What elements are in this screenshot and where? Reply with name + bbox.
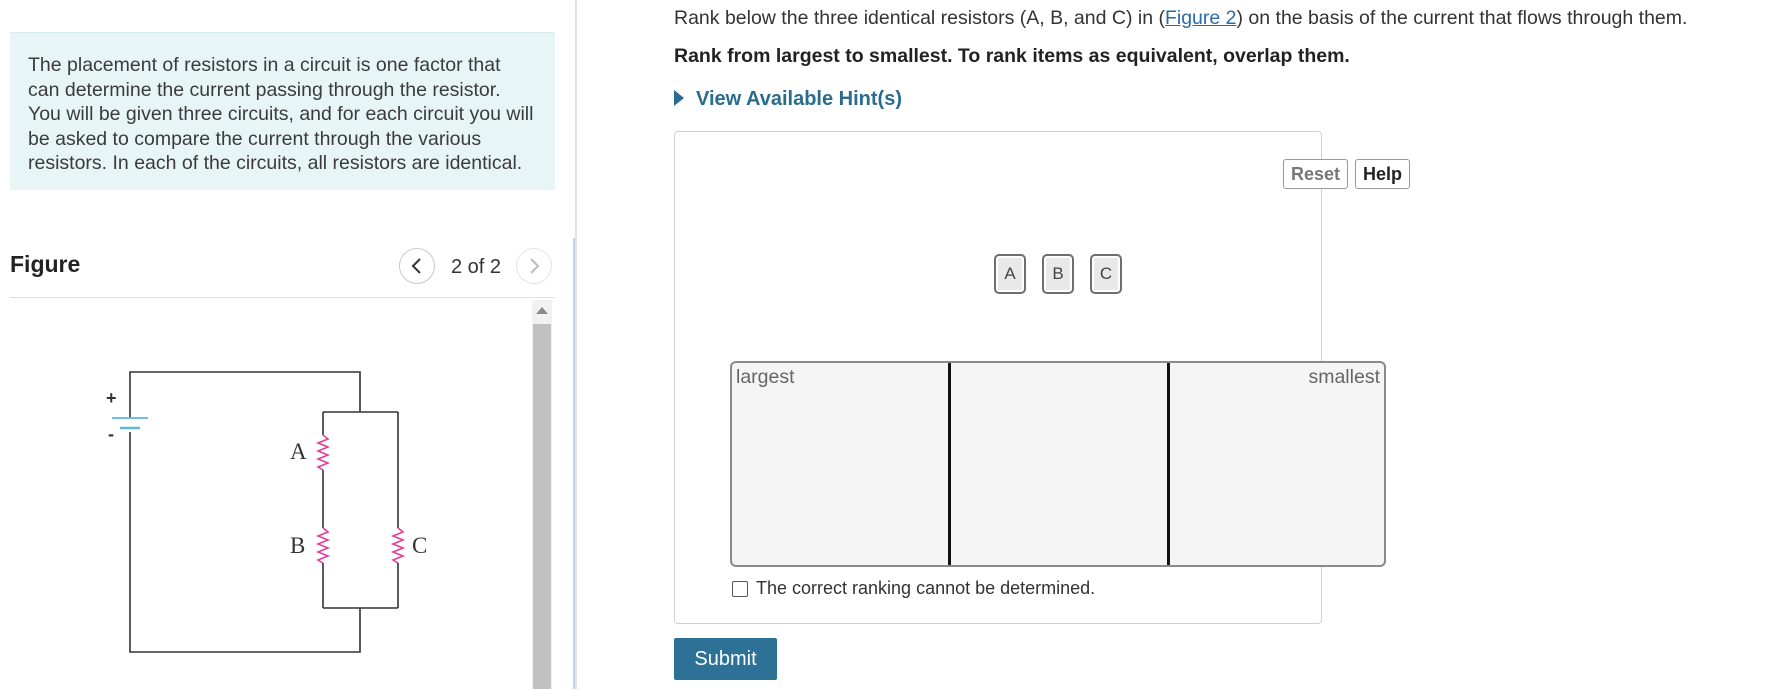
question-prefix: Rank below the three identical resistors… <box>674 7 1165 29</box>
rank-tile-a[interactable]: A <box>994 254 1026 294</box>
figure-page-counter: 2 of 2 <box>451 256 502 278</box>
cannot-determine-checkbox[interactable] <box>732 581 748 597</box>
resistor-label-c: C <box>412 533 427 558</box>
chevron-left-icon <box>411 258 421 274</box>
ranking-drop-area[interactable]: largest smallest <box>730 361 1386 567</box>
figure-header: Figure 2 of 2 <box>10 240 555 298</box>
cannot-determine-label: The correct ranking cannot be determined… <box>756 578 1096 598</box>
battery-negative-sign: - <box>108 424 114 444</box>
ranking-instruction: Rank from largest to smallest. To rank i… <box>674 45 1350 67</box>
ranking-panel: Reset Help A B C largest smallest The co… <box>674 131 1411 624</box>
resistor-c <box>390 527 406 564</box>
question-suffix: ) on the basis of the current that flows… <box>1236 7 1688 29</box>
rank-slot-1[interactable]: largest <box>732 363 948 565</box>
view-hints-label: View Available Hint(s) <box>696 88 902 110</box>
previous-figure-button[interactable] <box>399 248 435 284</box>
next-figure-button[interactable] <box>516 248 552 284</box>
right-pane: Rank below the three identical resistors… <box>576 0 1766 689</box>
rank-slot-2[interactable] <box>948 363 1167 565</box>
figure-link[interactable]: Figure 2 <box>1165 7 1237 29</box>
scroll-thumb[interactable] <box>533 324 551 689</box>
circuit-diagram: + - A B C <box>106 371 427 653</box>
cannot-determine-row[interactable]: The correct ranking cannot be determined… <box>732 578 1095 599</box>
left-pane: The placement of resistors in a circuit … <box>0 0 577 689</box>
resistor-label-b: B <box>290 533 305 558</box>
intro-text: The placement of resistors in a circuit … <box>10 32 555 190</box>
resistor-a <box>315 434 331 471</box>
reset-button[interactable]: Reset <box>1283 159 1349 189</box>
question-text: Rank below the three identical resistors… <box>674 7 1687 30</box>
battery-positive-sign: + <box>106 388 117 408</box>
caret-right-icon <box>674 90 684 106</box>
help-button[interactable]: Help <box>1355 159 1411 189</box>
rank-tile-c[interactable]: C <box>1090 254 1122 294</box>
scroll-up-arrow-icon[interactable] <box>532 300 552 322</box>
circuit-wire <box>129 371 361 418</box>
rank-slot-3[interactable]: smallest <box>1167 363 1384 565</box>
pane-divider <box>573 238 575 689</box>
smallest-label: smallest <box>1308 366 1380 388</box>
figure-title: Figure <box>10 251 81 277</box>
chevron-right-icon <box>530 258 540 274</box>
largest-label: largest <box>736 366 795 388</box>
figure-scrollbar[interactable] <box>532 300 552 689</box>
resistor-label-a: A <box>290 439 307 464</box>
view-hints-toggle[interactable]: View Available Hint(s) <box>674 88 902 111</box>
resistor-b <box>315 527 331 564</box>
circuit-wire <box>129 432 361 653</box>
submit-button[interactable]: Submit <box>674 638 777 680</box>
rank-tile-b[interactable]: B <box>1042 254 1074 294</box>
